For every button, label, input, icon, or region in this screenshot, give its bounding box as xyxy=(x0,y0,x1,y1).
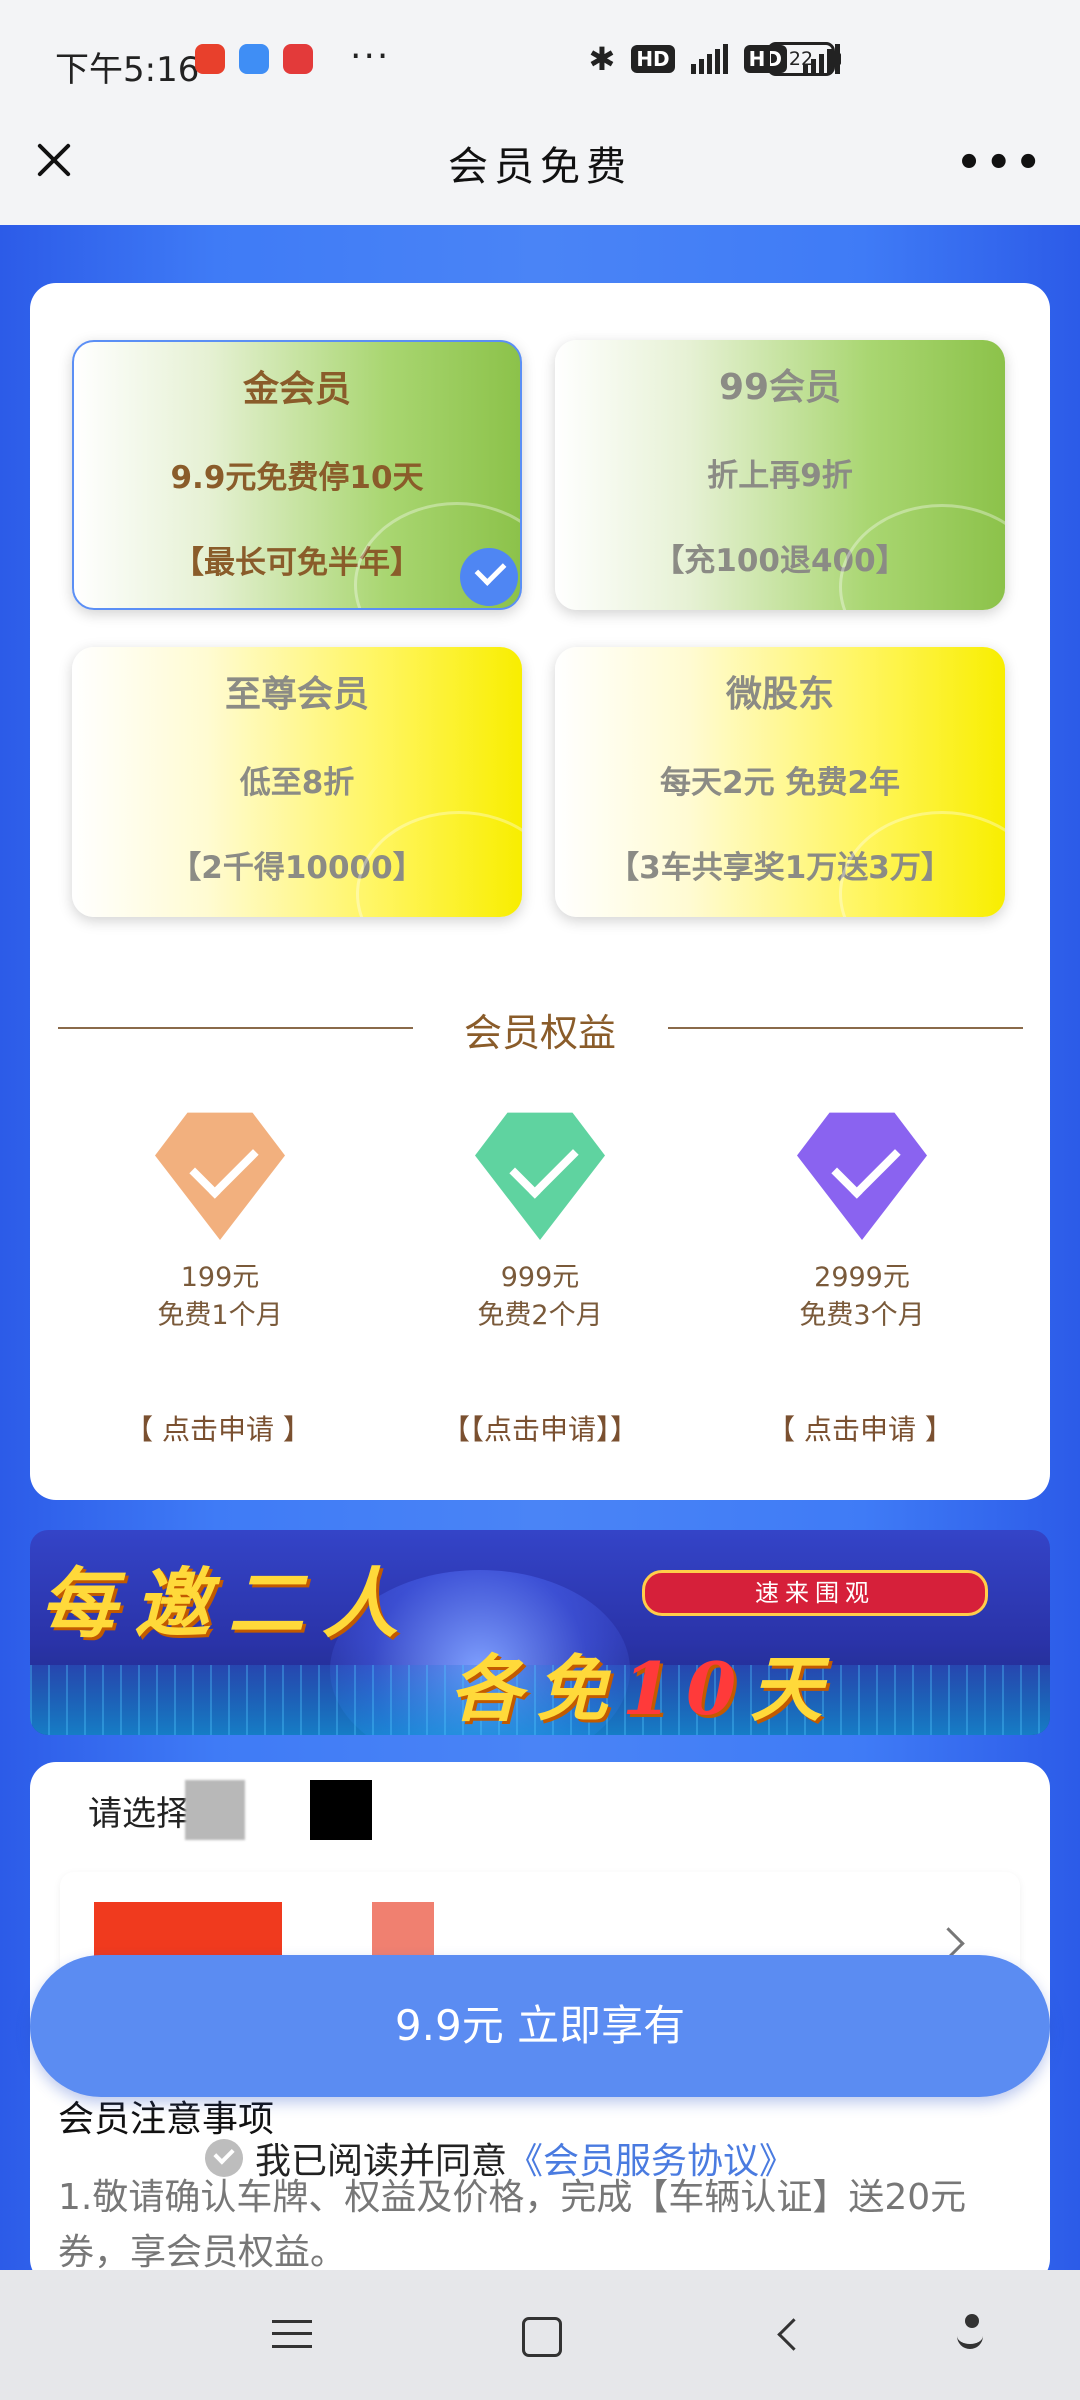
tier-99[interactable]: 99会员 折上再9折 【充100退400】 xyxy=(555,340,1005,610)
status-bar: 下午5:16 ··· ✱ HD HD 22 xyxy=(0,0,1080,120)
benefit-desc: 免费1个月 xyxy=(157,1300,283,1331)
benefit-price: 999元 xyxy=(500,1262,580,1293)
benefit-desc: 免费3个月 xyxy=(799,1300,925,1331)
tier-decoration xyxy=(839,811,1005,917)
redacted-block xyxy=(185,1780,245,1840)
plate-label: 请选择 xyxy=(88,1794,190,1834)
tier-supreme[interactable]: 至尊会员 低至8折 【2千得10000】 xyxy=(72,647,522,917)
benefit-price: 2999元 xyxy=(814,1262,910,1293)
apply-link-3[interactable]: 【 点击申请 】 xyxy=(700,1408,1020,1448)
status-time: 下午5:16 xyxy=(55,50,200,90)
redacted-block xyxy=(310,1780,372,1840)
notice-text: 1.敬请确认车牌、权益及价格，完成【车辆认证】送20元券，享会员权益。 xyxy=(58,2177,967,2273)
tier-decoration xyxy=(356,811,522,917)
app-notification-icon xyxy=(195,44,225,74)
shop-app-icon xyxy=(283,44,313,74)
tier-shareholder[interactable]: 微股东 每天2元 免费2年 【3车共享奖1万送3万】 xyxy=(555,647,1005,917)
page-title: 会员免费 xyxy=(448,144,632,190)
tier-decoration xyxy=(839,504,1005,610)
battery-icon: 22 xyxy=(767,42,841,76)
apply-link-2[interactable]: 【【点击申请】】 xyxy=(380,1408,700,1448)
tier-offer: 折上再9折 xyxy=(707,458,853,494)
banner-tag: 速来围观 xyxy=(642,1570,988,1616)
hd-badge: HD xyxy=(631,45,675,73)
benefit-price: 199元 xyxy=(180,1262,260,1293)
tier-name: 99会员 xyxy=(718,367,842,408)
benefit-gem-icon xyxy=(155,1110,285,1240)
tier-offer: 9.9元免费停10天 xyxy=(170,460,424,496)
banner-sub-a: 各免 xyxy=(450,1646,623,1731)
tier-name: 金会员 xyxy=(242,369,351,410)
top-nav-bar: 会员免费 ••• xyxy=(0,120,1080,225)
more-options-icon[interactable]: ••• xyxy=(956,140,1045,186)
benefit-gem-icon xyxy=(475,1110,605,1240)
assistant-icon[interactable] xyxy=(955,2314,991,2354)
benefit-gem-icon xyxy=(797,1110,927,1240)
play-store-icon xyxy=(239,44,269,74)
banner-headline: 每邀二人 xyxy=(40,1559,416,1648)
benefits-title: 会员权益 xyxy=(463,1011,616,1055)
tier-gold[interactable]: 金会员 9.9元免费停10天 【最长可免半年】 xyxy=(72,340,522,610)
back-icon[interactable] xyxy=(777,2318,810,2351)
tier-offer: 每天2元 免费2年 xyxy=(660,765,900,801)
banner-ten: 10 xyxy=(622,1646,751,1731)
status-app-icons xyxy=(195,44,313,74)
tier-name: 至尊会员 xyxy=(224,674,369,715)
tier-name: 微股东 xyxy=(725,674,834,715)
system-nav-bar xyxy=(0,2270,1080,2400)
benefit-desc: 免费2个月 xyxy=(477,1300,603,1331)
banner-sub-b: 天 xyxy=(750,1646,837,1731)
status-more-icon: ··· xyxy=(350,36,391,77)
selected-check-icon xyxy=(460,548,518,606)
banner-subline: 各免10天 xyxy=(450,1630,836,1735)
menu-icon[interactable] xyxy=(272,2320,312,2348)
bluetooth-icon: ✱ xyxy=(588,40,616,78)
signal-icon xyxy=(690,44,728,74)
tier-offer: 低至8折 xyxy=(239,765,355,801)
home-icon[interactable] xyxy=(522,2317,562,2357)
buy-now-button[interactable]: 9.9元 立即享有 xyxy=(30,1955,1050,2097)
invite-banner[interactable]: 每邀二人 速来围观 各免10天 xyxy=(30,1530,1050,1735)
apply-link-1[interactable]: 【 点击申请 】 xyxy=(58,1408,378,1448)
